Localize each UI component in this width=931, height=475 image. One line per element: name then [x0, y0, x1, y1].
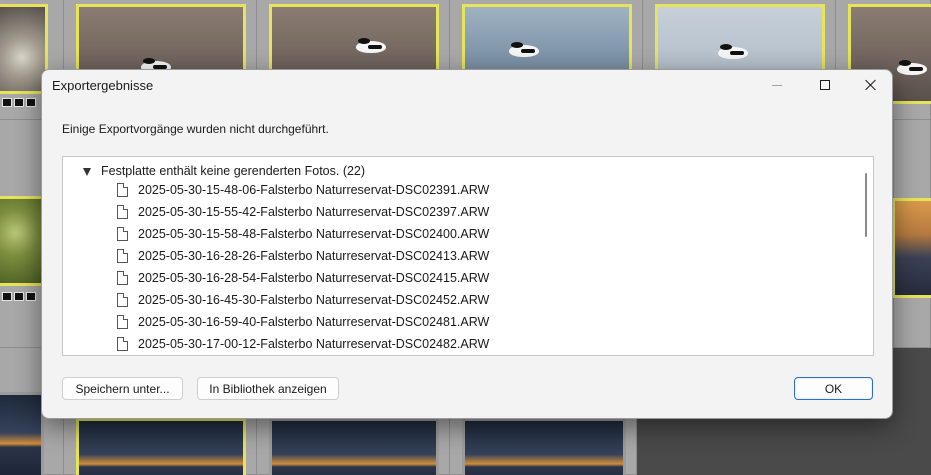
file-icon — [117, 183, 128, 197]
bird-shape — [356, 38, 386, 53]
crop-icon — [14, 292, 24, 301]
thumbnail-badges — [2, 292, 36, 302]
save-as-button[interactable]: Speichern unter... — [62, 377, 183, 400]
list-item[interactable]: 2025-05-30-16-28-54-Falsterbo Naturreser… — [117, 267, 489, 289]
list-item[interactable]: 2025-05-30-17-00-12-Falsterbo Naturreser… — [117, 333, 489, 355]
minimize-icon — [772, 84, 782, 86]
bird-shape — [509, 42, 539, 57]
list-item[interactable]: 2025-05-30-15-58-48-Falsterbo Naturreser… — [117, 223, 489, 245]
photo-thumbnail[interactable] — [269, 418, 439, 475]
grid-cell[interactable] — [892, 120, 931, 348]
show-in-library-button[interactable]: In Bibliothek anzeigen — [197, 377, 339, 400]
file-icon — [117, 271, 128, 285]
file-name: 2025-05-30-16-59-40-Falsterbo Naturreser… — [138, 315, 490, 329]
close-icon — [865, 79, 877, 91]
expand-triangle-icon[interactable] — [83, 167, 91, 176]
list-item[interactable]: 2025-05-30-16-59-40-Falsterbo Naturreser… — [117, 311, 489, 333]
result-group-header[interactable]: Festplatte enthält keine gerenderten Fot… — [83, 163, 365, 179]
thumbnail-badges — [2, 98, 36, 108]
photo-thumbnail[interactable] — [892, 198, 931, 298]
list-item[interactable]: 2025-05-30-16-28-26-Falsterbo Naturreser… — [117, 245, 489, 267]
file-name: 2025-05-30-15-55-42-Falsterbo Naturreser… — [138, 205, 490, 219]
file-name: 2025-05-30-16-45-30-Falsterbo Naturreser… — [138, 293, 490, 307]
dialog-message: Einige Exportvorgänge wurden nicht durch… — [62, 122, 329, 136]
close-button[interactable] — [848, 70, 892, 100]
develop-icon — [26, 98, 36, 107]
bird-shape — [718, 44, 748, 59]
export-results-list[interactable]: Festplatte enthält keine gerenderten Fot… — [62, 156, 874, 356]
list-item[interactable]: 2025-05-30-16-45-30-Falsterbo Naturreser… — [117, 289, 489, 311]
photo-thumbnail[interactable] — [462, 418, 626, 475]
bird-shape — [897, 60, 927, 75]
ok-button[interactable]: OK — [794, 377, 873, 400]
minimize-button — [754, 70, 800, 100]
maximize-button[interactable] — [802, 70, 848, 100]
file-icon — [117, 227, 128, 241]
file-icon — [117, 293, 128, 307]
file-icon — [117, 315, 128, 329]
list-scrollbar[interactable] — [865, 173, 867, 237]
virtual-copy-icon — [2, 292, 12, 301]
file-name: 2025-05-30-16-28-54-Falsterbo Naturreser… — [138, 271, 490, 285]
file-icon — [117, 337, 128, 351]
crop-icon — [14, 98, 24, 107]
export-results-dialog: Exportergebnisse Einige Exportvorgänge w… — [41, 69, 893, 419]
list-item[interactable]: 2025-05-30-15-48-06-Falsterbo Naturreser… — [117, 179, 489, 201]
maximize-icon — [820, 80, 830, 90]
file-name: 2025-05-30-17-00-12-Falsterbo Naturreser… — [138, 337, 490, 351]
file-name: 2025-05-30-15-58-48-Falsterbo Naturreser… — [138, 227, 490, 241]
photo-thumbnail[interactable] — [0, 392, 44, 475]
file-icon — [117, 205, 128, 219]
file-icon — [117, 249, 128, 263]
dialog-title: Exportergebnisse — [52, 78, 154, 93]
develop-icon — [26, 292, 36, 301]
dialog-titlebar[interactable]: Exportergebnisse — [42, 70, 892, 102]
file-name: 2025-05-30-16-28-26-Falsterbo Naturreser… — [138, 249, 490, 263]
file-name: 2025-05-30-15-48-06-Falsterbo Naturreser… — [138, 183, 490, 197]
photo-thumbnail[interactable] — [0, 196, 44, 286]
list-item[interactable]: 2025-05-30-15-55-42-Falsterbo Naturreser… — [117, 201, 489, 223]
photo-thumbnail[interactable] — [76, 418, 246, 475]
virtual-copy-icon — [2, 98, 12, 107]
result-group-label: Festplatte enthält keine gerenderten Fot… — [101, 164, 366, 178]
